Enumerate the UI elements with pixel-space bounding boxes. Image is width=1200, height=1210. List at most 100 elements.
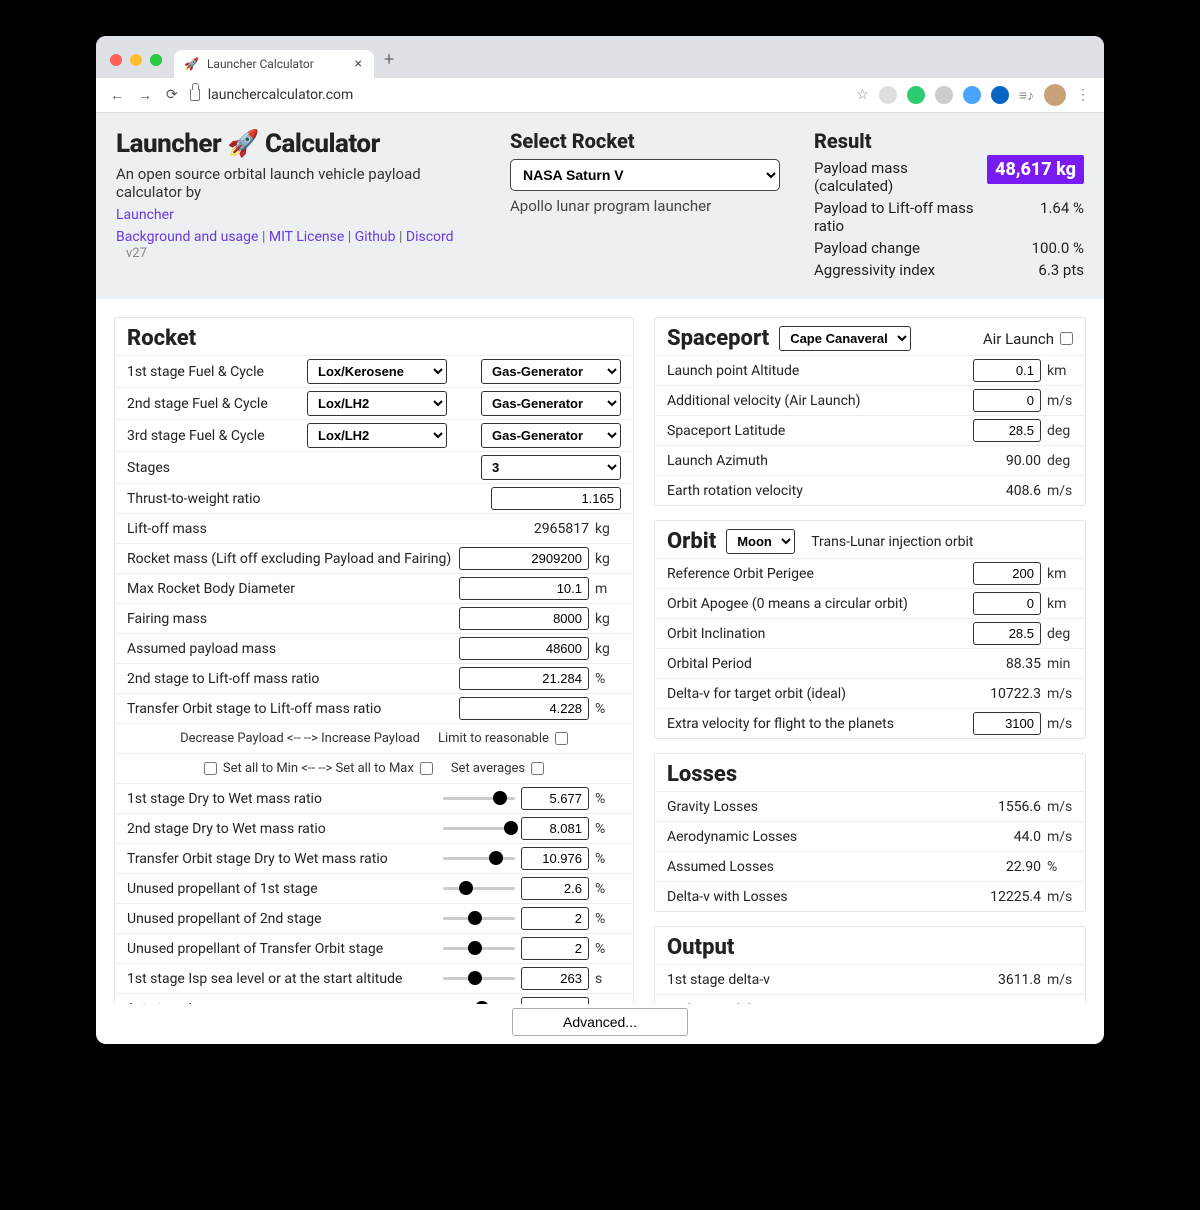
ext-icon[interactable] [879,86,897,104]
minimize-window-icon[interactable] [130,54,142,66]
value-input[interactable] [973,712,1041,735]
url-host[interactable]: launchercalculator.com [208,87,354,103]
fuel-select[interactable]: Lox/LH2 [307,423,447,448]
background-link[interactable]: Background and usage [116,229,258,245]
value-input[interactable] [973,359,1041,382]
row-unit: deg [1047,423,1073,439]
mit-link[interactable]: MIT License [269,229,344,245]
row-label: Extra velocity for flight to the planets [667,716,967,732]
slider[interactable] [443,797,515,800]
slider-value-input[interactable] [521,937,589,960]
discord-link[interactable]: Discord [406,229,454,245]
slider-row: Unused propellant of Transfer Orbit stag… [115,933,633,963]
tab-title: Launcher Calculator [207,57,314,71]
row-unit: m/s [1047,799,1073,815]
cycle-select[interactable]: Gas-Generator [481,391,621,416]
browser-addressbar: ← → ⟳ launchercalculator.com ☆ ≡♪ ⋮ [96,78,1104,113]
value-input[interactable] [973,592,1041,615]
slider-value-input[interactable] [521,847,589,870]
table-row: Earth rotation velocity408.6m/s [655,475,1085,505]
profile-avatar-icon[interactable] [1044,84,1066,106]
fuel-row: 3rd stage Fuel & Cycle Lox/LH2 Gas-Gener… [115,419,633,451]
set-avg-checkbox[interactable]: Set averages [451,761,544,776]
fuel-row: 2nd stage Fuel & Cycle Lox/LH2 Gas-Gener… [115,387,633,419]
value-input[interactable] [459,637,589,660]
slider-value-input[interactable] [521,997,589,1004]
row-unit: % [595,701,621,717]
value-input[interactable] [973,419,1041,442]
advanced-button[interactable]: Advanced... [512,1008,688,1036]
row-label: Orbit Inclination [667,626,967,642]
ext-icon[interactable] [935,86,953,104]
reload-icon[interactable]: ⟳ [166,87,178,104]
slider-row: Transfer Orbit stage Dry to Wet mass rat… [115,843,633,873]
fuel-select[interactable]: Lox/LH2 [307,391,447,416]
fuel-select[interactable]: Lox/Kerosene [307,359,447,384]
value-input[interactable] [459,667,589,690]
close-tab-icon[interactable]: × [355,56,362,72]
losses-panel: Losses Gravity Losses1556.6m/sAerodynami… [654,753,1086,912]
row-label: Delta-v for target orbit (ideal) [667,686,975,702]
fuel-row: 1st stage Fuel & Cycle Lox/Kerosene Gas-… [115,355,633,387]
github-link[interactable]: Github [355,229,396,245]
slider[interactable] [443,917,515,920]
tab-favicon-icon: 🚀 [184,57,199,71]
ext-icon[interactable] [907,86,925,104]
window-controls [110,54,162,66]
close-window-icon[interactable] [110,54,122,66]
value-input[interactable] [973,562,1041,585]
slider-value-input[interactable] [521,907,589,930]
twr-input[interactable] [491,487,621,510]
airlaunch-checkbox[interactable]: Air Launch [983,330,1073,348]
slider[interactable] [443,857,515,860]
row-label: Stages [127,460,475,476]
rocket-select[interactable]: NASA Saturn V [510,159,780,191]
spaceport-select[interactable]: Cape Canaveral [779,326,911,351]
row-value: 1556.6 [981,799,1041,815]
value-input[interactable] [459,607,589,630]
star-icon[interactable]: ☆ [856,87,869,103]
value-input[interactable] [459,697,589,720]
new-tab-button[interactable]: + [384,49,394,70]
limit-checkbox[interactable]: Limit to reasonable [438,731,568,746]
table-row: Orbit Apogee (0 means a circular orbit)k… [655,588,1085,618]
slider-value-input[interactable] [521,967,589,990]
table-row: Gravity Losses1556.6m/s [655,791,1085,821]
cycle-select[interactable]: Gas-Generator [481,359,621,384]
value-input[interactable] [459,547,589,570]
value-input[interactable] [973,622,1041,645]
ext-icon[interactable] [963,86,981,104]
stages-select[interactable]: 3 [481,455,621,480]
slider[interactable] [443,887,515,890]
maximize-window-icon[interactable] [150,54,162,66]
browser-tab[interactable]: 🚀 Launcher Calculator × [174,50,374,78]
slider[interactable] [443,947,515,950]
table-row: 1st stage delta-v3611.8m/s [655,964,1085,994]
row-label: Earth rotation velocity [667,483,975,499]
row-label: 2nd stage Fuel & Cycle [127,396,301,412]
cycle-select[interactable]: Gas-Generator [481,423,621,448]
value-input[interactable] [973,389,1041,412]
forward-icon[interactable]: → [138,87,152,104]
row-label: Thrust-to-weight ratio [127,491,485,507]
back-icon[interactable]: ← [110,87,124,104]
menu-icon[interactable]: ⋮ [1076,87,1090,103]
slider[interactable] [443,977,515,980]
spaceport-heading: Spaceport [667,326,769,351]
orbit-select[interactable]: Moon [726,529,795,554]
row-unit: m [595,581,621,597]
slider[interactable] [443,827,515,830]
airlaunch-input[interactable] [1060,332,1073,345]
launcher-link[interactable]: Launcher [116,207,174,223]
result-label: Payload change [814,239,987,257]
slider-value-input[interactable] [521,877,589,900]
playlist-icon[interactable]: ≡♪ [1019,87,1034,104]
slider-value-input[interactable] [521,817,589,840]
value-input[interactable] [459,577,589,600]
set-min-checkbox[interactable]: Set all to Min <-- --> Set all to Max [204,761,433,776]
row-unit: kg [595,551,621,567]
instructions-row: Set all to Min <-- --> Set all to Max Se… [115,753,633,783]
ext-icon[interactable] [991,86,1009,104]
row-label: Additional velocity (Air Launch) [667,393,967,409]
slider-value-input[interactable] [521,787,589,810]
